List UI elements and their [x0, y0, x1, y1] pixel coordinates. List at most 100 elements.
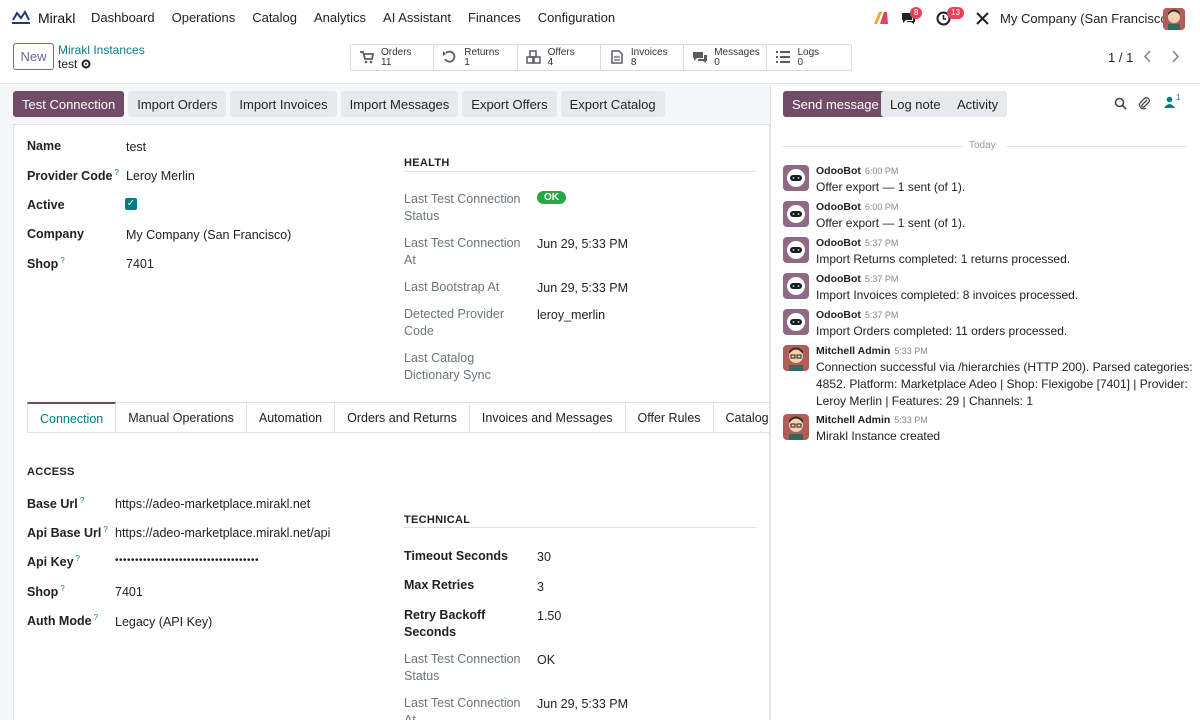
breadcrumb[interactable]: Mirakl Instances	[58, 43, 145, 57]
tab-orders-returns[interactable]: Orders and Returns	[335, 402, 470, 432]
odoobot-avatar[interactable]	[783, 273, 809, 299]
activity-button[interactable]: Activity	[948, 91, 1008, 117]
health-at-label: Last Test Connection At	[404, 236, 521, 267]
menu-operations[interactable]: Operations	[172, 10, 236, 25]
bootstrap-value: Jun 29, 5:33 PM	[537, 281, 629, 295]
import-messages-button[interactable]: Import Messages	[340, 91, 459, 117]
access-shop-field[interactable]: 7401	[115, 585, 143, 599]
provider-code-field[interactable]: Leroy Merlin	[126, 169, 195, 183]
detected-provider-label: Detected Provider Code	[404, 307, 505, 338]
main-menu: Dashboard Operations Catalog Analytics A…	[91, 10, 632, 25]
messages-badge: 8	[910, 7, 923, 19]
help-icon[interactable]: ?	[94, 613, 98, 622]
retries-field[interactable]: 3	[537, 580, 544, 594]
import-invoices-button[interactable]: Import Invoices	[230, 91, 337, 117]
orders-smart-button[interactable]: Orders 11	[351, 45, 435, 70]
help-icon[interactable]: ?	[60, 584, 64, 593]
notebook-tabs: Connection Manual Operations Automation …	[27, 402, 770, 433]
logs-count: 0	[797, 57, 804, 68]
logs-smart-button[interactable]: Logs 0	[767, 45, 851, 70]
message-time: 5:37 PM	[864, 274, 899, 284]
message-time: 5:37 PM	[864, 238, 899, 248]
top-navbar: Mirakl Dashboard Operations Catalog Anal…	[0, 0, 1200, 36]
search-icon[interactable]	[1114, 97, 1127, 110]
export-catalog-button[interactable]: Export Catalog	[560, 91, 665, 117]
invoices-smart-button[interactable]: Invoices 8	[600, 45, 685, 70]
provider-code-label-text: Provider Code	[27, 169, 113, 184]
chevron-left-icon[interactable]	[1143, 50, 1153, 63]
menu-analytics[interactable]: Analytics	[314, 10, 366, 25]
odoobot-avatar[interactable]	[783, 165, 809, 191]
menu-configuration[interactable]: Configuration	[538, 10, 615, 25]
help-icon[interactable]: ?	[76, 554, 80, 563]
backoff-field[interactable]: 1.50	[537, 609, 561, 623]
tab-automation[interactable]: Automation	[246, 402, 336, 432]
activity-menu[interactable]: 13	[936, 7, 964, 29]
followers-button[interactable]: 1	[1164, 93, 1180, 111]
odoobot-avatar[interactable]	[783, 201, 809, 227]
gear-icon[interactable]	[81, 59, 91, 69]
admin-avatar[interactable]	[783, 414, 809, 440]
api-key-field[interactable]: ••••••••••••••••••••••••••••••••••••	[115, 555, 259, 566]
company-field[interactable]: My Company (San Francisco)	[126, 228, 291, 242]
mirakl-logo-icon[interactable]	[11, 9, 31, 27]
tab-offer-rules[interactable]: Offer Rules	[625, 402, 714, 432]
catalog-sync-label: Last Catalog Dictionary Sync	[404, 351, 491, 382]
user-avatar[interactable]	[1163, 8, 1185, 30]
cart-icon	[360, 51, 375, 64]
message-author: OdooBot 6:00 PM	[816, 201, 898, 213]
followers-count: 1	[1176, 93, 1181, 102]
messages-count: 0	[714, 57, 720, 68]
tab-invoices-messages[interactable]: Invoices and Messages	[469, 402, 626, 432]
technical-divider	[404, 527, 756, 528]
log-note-button[interactable]: Log note	[881, 91, 950, 117]
returns-count: 1	[464, 57, 470, 68]
export-offers-button[interactable]: Export Offers	[462, 91, 557, 117]
message-body: Import Orders completed: 11 orders proce…	[816, 324, 1068, 338]
app-name[interactable]: Mirakl	[38, 10, 75, 26]
message-author: Mitchell Admin 5:33 PM	[816, 345, 928, 357]
offers-smart-button[interactable]: Offers 4	[517, 45, 601, 70]
file-icon	[611, 50, 623, 64]
messages-smart-button[interactable]: Messages 0	[684, 45, 768, 70]
menu-finances[interactable]: Finances	[468, 10, 521, 25]
menu-ai-assistant[interactable]: AI Assistant	[383, 10, 451, 25]
send-message-button[interactable]: Send message	[783, 91, 888, 117]
name-field[interactable]: test	[126, 140, 146, 154]
pager-value[interactable]: 1 / 1	[1108, 50, 1133, 65]
author-name: OdooBot	[816, 273, 861, 285]
messaging-menu[interactable]: 8	[900, 7, 923, 29]
tab-connection[interactable]: Connection	[27, 402, 117, 432]
new-button[interactable]: New	[13, 43, 54, 70]
returns-smart-button[interactable]: Returns 1	[434, 45, 518, 70]
paperclip-icon[interactable]	[1138, 96, 1151, 110]
help-icon[interactable]: ?	[60, 256, 64, 265]
list-icon	[776, 51, 791, 63]
separator-line-right	[1007, 146, 1187, 147]
menu-catalog[interactable]: Catalog	[252, 10, 297, 25]
ai-logo-icon[interactable]	[873, 11, 889, 25]
odoobot-avatar[interactable]	[783, 309, 809, 335]
tools-icon[interactable]	[976, 12, 989, 25]
help-icon[interactable]: ?	[103, 525, 107, 534]
chevron-right-icon[interactable]	[1170, 50, 1180, 63]
help-icon[interactable]: ?	[114, 168, 118, 177]
admin-avatar[interactable]	[783, 345, 809, 371]
tab-catalog[interactable]: Catalog	[713, 402, 770, 432]
menu-dashboard[interactable]: Dashboard	[91, 10, 155, 25]
timeout-field[interactable]: 30	[537, 550, 551, 564]
company-switcher[interactable]: My Company (San Francisco)	[1000, 11, 1172, 26]
odoobot-avatar[interactable]	[783, 237, 809, 263]
health-section-title: HEALTH	[404, 157, 450, 169]
active-checkbox[interactable]: ✓	[125, 198, 137, 210]
import-orders-button[interactable]: Import Orders	[128, 91, 227, 117]
auth-mode-field[interactable]: Legacy (API Key)	[115, 615, 212, 629]
tab-manual-operations[interactable]: Manual Operations	[116, 402, 247, 432]
base-url-label: Base Url?	[27, 496, 84, 511]
shop-field[interactable]: 7401	[126, 257, 154, 271]
base-url-field[interactable]: https://adeo-marketplace.mirakl.net	[115, 497, 310, 511]
test-connection-button[interactable]: Test Connection	[13, 91, 125, 117]
help-icon[interactable]: ?	[80, 496, 84, 505]
api-base-url-label-text: Api Base Url	[27, 526, 102, 541]
api-base-url-field[interactable]: https://adeo-marketplace.mirakl.net/api	[115, 526, 330, 540]
